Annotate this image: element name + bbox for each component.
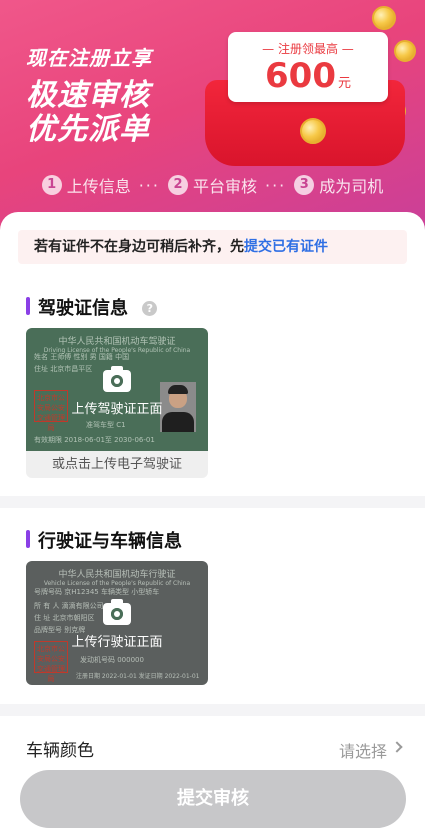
ticket-label: — 注册领最高 — — [262, 42, 354, 56]
notice-text: 若有证件不在身边可稍后补齐，先 — [34, 239, 244, 255]
upload-e-license-link[interactable]: 或点击上传电子驾驶证 — [26, 451, 208, 478]
driver-license-sample[interactable]: 中华人民共和国机动车驾驶证 Driving License of the Peo… — [26, 328, 208, 451]
coin-icon — [372, 6, 396, 30]
section-divider — [0, 496, 425, 508]
section-divider — [0, 704, 425, 716]
step-label: 成为司机 — [319, 177, 384, 196]
reward-ticket: — 注册领最高 — 600 元 — [228, 32, 388, 102]
vehicle-color-select[interactable]: 请选择 — [339, 738, 387, 762]
doc-title: 中华人民共和国机动车行驶证 — [58, 570, 176, 580]
doc-row-name: 姓名 王师傅 性别 男 国籍 中国 — [34, 353, 130, 361]
submit-existing-link[interactable]: 提交已有证件 — [244, 239, 328, 255]
coin-icon — [300, 118, 326, 144]
banner-line-3: 优先派单 — [26, 112, 150, 147]
notice-bar: 若有证件不在身边可稍后补齐，先提交已有证件 — [18, 230, 407, 264]
camera-icon — [103, 599, 131, 625]
chevron-right-icon — [391, 741, 403, 753]
doc-row-validity: 有效期限 2018-06-01至 2030-06-01 — [34, 436, 155, 444]
vehicle-color-label: 车辆颜色 — [26, 741, 94, 761]
step-upload-info: 1 上传信息 — [41, 173, 131, 197]
step-label: 平台审核 — [192, 177, 257, 196]
ticket-amount: 600 — [265, 56, 336, 96]
camera-icon — [103, 366, 131, 392]
section-title-text: 驾驶证信息 — [38, 298, 128, 319]
step-number: 1 — [41, 175, 62, 195]
step-label: 上传信息 — [66, 177, 131, 196]
step-number: 2 — [167, 175, 188, 195]
help-icon[interactable]: ? — [142, 301, 158, 316]
driver-license-title: 驾驶证信息 ? — [26, 294, 158, 320]
vehicle-license-title: 行驶证与车辆信息 — [26, 527, 182, 553]
submit-review-button[interactable]: 提交审核 — [20, 770, 406, 828]
step-platform-review: 2 平台审核 — [167, 173, 257, 197]
step-number: 3 — [294, 175, 315, 195]
doc-title: 中华人民共和国机动车驾驶证 — [58, 337, 176, 347]
vehicle-license-sample[interactable]: 中华人民共和国机动车行驶证 Vehicle License of the Peo… — [26, 561, 208, 685]
doc-row-dates: 注册日期 2022-01-01 发证日期 2022-01-01 — [76, 673, 200, 680]
banner-line-1: 现在注册立享 — [26, 46, 152, 70]
step-separator: ··· — [138, 175, 160, 195]
upload-vehicle-license-text: 上传行驶证正面 — [71, 635, 163, 650]
upload-driver-license-text: 上传驾驶证正面 — [71, 402, 163, 417]
doc-subtitle: Vehicle License of the People's Republic… — [43, 580, 191, 587]
coin-icon — [394, 40, 416, 62]
ticket-unit: 元 — [337, 76, 351, 91]
step-separator: ··· — [265, 175, 287, 195]
doc-row-class: 准驾车型 C1 — [86, 421, 126, 429]
section-title-text: 行驶证与车辆信息 — [38, 531, 182, 552]
doc-row-plate: 号牌号码 京H12345 车辆类型 小型轿车 — [34, 588, 160, 596]
step-become-driver: 3 成为司机 — [294, 173, 383, 197]
doc-row-engine: 发动机号码 000000 — [80, 656, 144, 664]
vehicle-license-upload[interactable]: 中华人民共和国机动车行驶证 Vehicle License of the Peo… — [26, 561, 208, 685]
driver-license-upload[interactable]: 中华人民共和国机动车驾驶证 Driving License of the Peo… — [26, 328, 208, 478]
progress-steps: 1 上传信息 ··· 2 平台审核 ··· 3 成为司机 — [0, 162, 425, 208]
